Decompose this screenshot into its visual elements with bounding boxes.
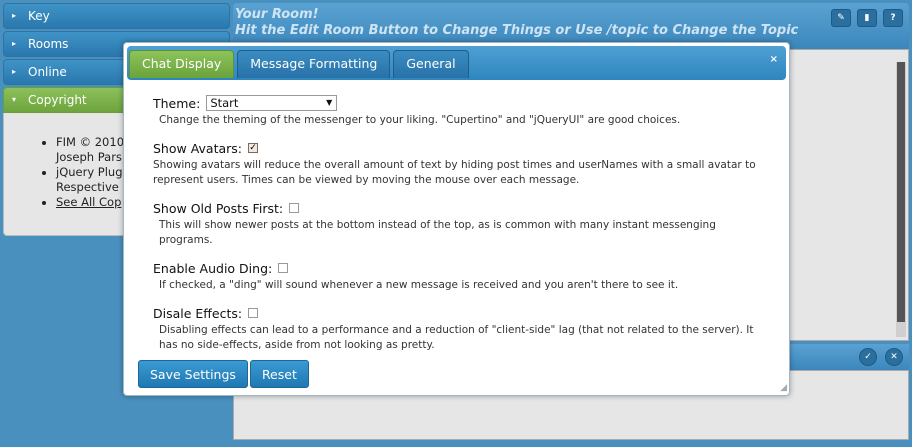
setting-label: Disale Effects:	[153, 305, 243, 321]
setting-description: Showing avatars will reduce the overall …	[153, 159, 756, 186]
wrench-icon[interactable]: ✎	[831, 9, 851, 27]
dialog-tabbar: Chat Display Message Formatting General …	[127, 46, 786, 80]
room-title: Your Room!	[235, 7, 319, 22]
theme-select[interactable]: Start ▼	[206, 95, 338, 111]
chevron-right-icon: ▸	[12, 39, 17, 48]
accordion-label: Key	[28, 9, 50, 23]
accordion-header-key[interactable]: ▸ Key	[3, 3, 230, 29]
accordion-label: Rooms	[28, 37, 69, 51]
setting-avatars: Show Avatars: ✓ Showing avatars will red…	[153, 140, 789, 188]
disable-effects-checkbox[interactable]	[248, 308, 259, 318]
setting-label: Enable Audio Ding:	[153, 260, 273, 276]
setting-description: Change the theming of the messenger to y…	[159, 114, 681, 126]
help-icon[interactable]: ?	[883, 9, 903, 27]
trash-icon[interactable]: ▮	[857, 9, 877, 27]
setting-old-posts: Show Old Posts First: This will show new…	[153, 200, 789, 248]
tab-message-formatting[interactable]: Message Formatting	[237, 50, 391, 78]
message-scrollbar[interactable]	[896, 62, 906, 337]
setting-label: Show Avatars:	[153, 140, 243, 156]
dialog-buttons: Save Settings Reset	[138, 360, 309, 388]
save-settings-button[interactable]: Save Settings	[138, 360, 248, 388]
check-icon[interactable]: ✓	[859, 348, 877, 366]
chevron-right-icon: ▸	[12, 11, 17, 20]
setting-audio: Enable Audio Ding: If checked, a "ding" …	[153, 260, 789, 293]
setting-description: If checked, a "ding" will sound whenever…	[159, 279, 679, 291]
show-avatars-checkbox[interactable]: ✓	[248, 143, 259, 153]
close-icon[interactable]: ×	[770, 54, 778, 65]
setting-description: Disabling effects can lead to a performa…	[159, 324, 754, 351]
tab-chat-display[interactable]: Chat Display	[129, 50, 235, 78]
chevron-down-icon: ▾	[12, 95, 17, 104]
setting-label: Show Old Posts First:	[153, 200, 284, 216]
old-posts-checkbox[interactable]	[289, 203, 300, 213]
accordion-label: Copyright	[28, 93, 87, 107]
accordion-label: Online	[28, 65, 67, 79]
setting-label: Theme:	[153, 95, 201, 111]
setting-description: This will show newer posts at the bottom…	[159, 219, 716, 246]
room-topic: Hit the Edit Room Button to Change Thing…	[235, 23, 799, 38]
setting-theme: Theme: Start ▼ Change the theming of the…	[153, 95, 789, 128]
resize-handle-icon[interactable]: ◢	[780, 383, 787, 393]
close-icon[interactable]: ✕	[885, 348, 903, 366]
setting-effects: Disale Effects: Disabling effects can le…	[153, 305, 789, 353]
input-toolbar: ✓ ✕	[859, 348, 903, 366]
room-toolbar: ✎ ▮ ?	[831, 9, 903, 27]
chevron-right-icon: ▸	[12, 67, 17, 76]
chat-display-panel: Theme: Start ▼ Change the theming of the…	[124, 80, 789, 353]
settings-dialog: Chat Display Message Formatting General …	[123, 42, 790, 396]
scrollbar-thumb[interactable]	[897, 62, 905, 322]
reset-button[interactable]: Reset	[249, 360, 309, 388]
see-all-copyrights-link[interactable]: See All Cop	[56, 195, 121, 209]
audio-ding-checkbox[interactable]	[278, 263, 289, 273]
chevron-down-icon: ▼	[326, 98, 333, 107]
tab-general[interactable]: General	[393, 50, 469, 78]
